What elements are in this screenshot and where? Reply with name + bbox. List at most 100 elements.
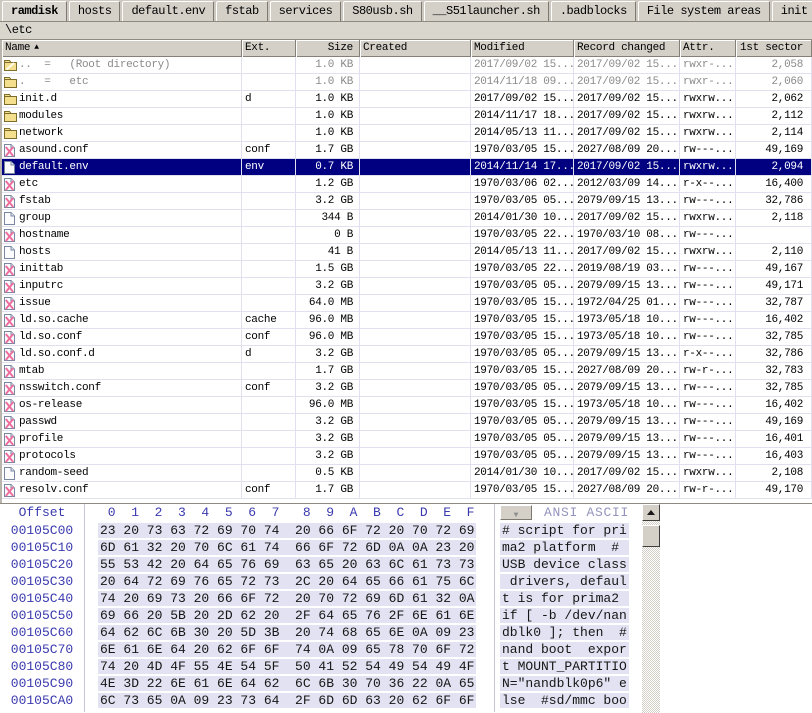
record-changed-cell: 2027/08/09 20... [574,482,680,498]
file-row-os-release[interactable]: os-release96.0 MB1970/03/05 15...1973/05… [2,397,812,414]
column-header-name[interactable]: Name▲ [2,40,242,57]
tab-file-system-areas[interactable]: File system areas [638,1,770,21]
scrollbar-thumb[interactable] [642,525,660,547]
ascii-cell[interactable]: if [ -b /dev/nan [500,608,629,623]
ascii-cell[interactable]: USB device class [500,557,629,572]
column-header-1st-sector[interactable]: 1st sector [736,40,812,57]
file-row-passwd[interactable]: passwd3.2 GB1970/03/05 05...2079/09/15 1… [2,414,812,431]
deleted-file-icon [4,416,19,429]
file-row-ld-so-cache[interactable]: ld.so.cachecache96.0 MB1970/03/05 15...1… [2,312,812,329]
deleted-file-icon [4,365,19,378]
attr-cell: rwxr-... [680,57,736,73]
attr-cell: rwxrw... [680,91,736,107]
size-cell: 3.2 GB [296,346,360,362]
deleted-file-icon [4,348,19,361]
file-row-hostname[interactable]: hostname0 B1970/03/05 22...1970/03/10 08… [2,227,812,244]
file-row-group[interactable]: group344 B2014/01/30 10...2017/09/02 15.… [2,210,812,227]
file-row-root-directory[interactable]: .. = (Root directory)1.0 KB2017/09/02 15… [2,57,812,74]
file-name: hostname [19,227,69,243]
column-header-modified[interactable]: Modified [471,40,574,57]
tab-hosts[interactable]: hosts [69,1,121,21]
column-header-attr[interactable]: Attr. [680,40,736,57]
hex-row-00105c80: 00105C8074 20 4D 4F 55 4E 54 5F 50 41 52… [0,658,812,675]
encoding-dropdown-button[interactable]: ▼ [500,505,532,520]
ascii-cell[interactable]: N="nandblk0p6" e [500,676,629,691]
column-header-record-changed[interactable]: Record changed [574,40,680,57]
file-row-ld-so-conf[interactable]: ld.so.confconf96.0 MB1970/03/05 15...197… [2,329,812,346]
name-cell: issue [2,295,242,311]
tab-badblocks[interactable]: .badblocks [551,1,636,21]
record-changed-cell: 2017/09/02 15... [574,57,680,73]
modified-cell: 1970/03/05 15... [471,295,574,311]
record-changed-cell: 1970/03/10 08... [574,227,680,243]
ext-cell [242,227,296,243]
file-row-etc[interactable]: etc1.2 GB1970/03/06 02...2012/03/09 14..… [2,176,812,193]
name-cell: asound.conf [2,142,242,158]
file-row-resolv-conf[interactable]: resolv.confconf1.7 GB1970/03/05 15...202… [2,482,812,499]
size-cell: 0 B [296,227,360,243]
file-row-issue[interactable]: issue64.0 MB1970/03/05 15...1972/04/25 0… [2,295,812,312]
file-row-inittab[interactable]: inittab1.5 GB1970/03/05 22...2019/08/19 … [2,261,812,278]
file-row-network[interactable]: network1.0 KB2014/05/13 11...2017/09/02 … [2,125,812,142]
file-row-modules[interactable]: modules1.0 KB2014/11/17 18...2017/09/02 … [2,108,812,125]
ascii-cell[interactable]: lse #sd/mmc boo [500,693,629,708]
file-row-inputrc[interactable]: inputrc3.2 GB1970/03/05 05...2079/09/15 … [2,278,812,295]
hex-bytes-cell[interactable]: 64 62 6C 6B 30 20 5D 3B 20 74 68 65 6E 0… [98,625,476,640]
file-row-ld-so-conf-d[interactable]: ld.so.conf.dd3.2 GB1970/03/05 05...2079/… [2,346,812,363]
name-cell: inittab [2,261,242,277]
tab-default-env[interactable]: default.env [122,1,214,21]
file-row-default-env[interactable]: default.envenv0.7 KB2014/11/14 17...2017… [2,159,812,176]
deleted-file-icon [4,144,19,157]
file-row-asound-conf[interactable]: asound.confconf1.7 GB1970/03/05 15...202… [2,142,812,159]
hex-bytes-cell[interactable]: 6E 61 6E 64 20 62 6F 6F 74 0A 09 65 78 7… [98,642,476,657]
file-row-profile[interactable]: profile3.2 GB1970/03/05 05...2079/09/15 … [2,431,812,448]
hex-bytes-cell[interactable]: 69 66 20 5B 20 2D 62 20 2F 64 65 76 2F 6… [98,608,476,623]
ascii-cell[interactable]: nand boot expor [500,642,629,657]
hex-bytes-cell[interactable]: 55 53 42 20 64 65 76 69 63 65 20 63 6C 6… [98,557,476,572]
hex-scrollbar[interactable] [642,504,660,713]
ascii-cell[interactable]: dblk0 ]; then # [500,625,629,640]
column-header-size[interactable]: Size [296,40,360,57]
file-row-etc[interactable]: . = etc1.0 KB2014/11/18 09...2017/09/02 … [2,74,812,91]
name-cell: profile [2,431,242,447]
column-header-label: Created [363,42,407,54]
ascii-cell[interactable]: t is for prima2 [500,591,629,606]
tab-s80usb-sh[interactable]: S80usb.sh [343,1,421,21]
modified-cell: 1970/03/06 02... [471,176,574,192]
encoding-label[interactable]: ANSI ASCII [544,504,629,521]
created-cell [360,210,471,226]
column-header-created[interactable]: Created [360,40,471,57]
hex-bytes-cell[interactable]: 74 20 69 73 20 66 6F 72 20 70 72 69 6D 6… [98,591,476,606]
scrollbar-up-button[interactable] [642,504,660,521]
record-changed-cell: 1973/05/18 10... [574,312,680,328]
tab-bar: ramdiskhostsdefault.envfstabservicesS80u… [0,0,812,22]
tab-init[interactable]: init [772,1,812,21]
ascii-cell[interactable]: drivers, defaul [500,574,629,589]
modified-cell: 1970/03/05 15... [471,312,574,328]
ascii-cell[interactable]: ma2 platform # [500,540,629,555]
hex-bytes-cell[interactable]: 4E 3D 22 6E 61 6E 64 62 6C 6B 30 70 36 2… [98,676,476,691]
file-row-nsswitch-conf[interactable]: nsswitch.confconf3.2 GB1970/03/05 05...2… [2,380,812,397]
ascii-cell[interactable]: t MOUNT_PARTITIO [500,659,629,674]
hex-bytes-cell[interactable]: 74 20 4D 4F 55 4E 54 5F 50 41 52 54 49 5… [98,659,476,674]
tab-s51launcher-sh[interactable]: __S51launcher.sh [424,1,549,21]
hex-bytes-cell[interactable]: 6D 61 32 20 70 6C 61 74 66 6F 72 6D 0A 0… [98,540,476,555]
file-row-fstab[interactable]: fstab3.2 GB1970/03/05 05...2079/09/15 13… [2,193,812,210]
tab-ramdisk[interactable]: ramdisk [2,1,67,21]
file-row-mtab[interactable]: mtab1.7 GB1970/03/05 15...2027/08/09 20.… [2,363,812,380]
file-row-hosts[interactable]: hosts41 B2014/05/13 11...2017/09/02 15..… [2,244,812,261]
tab-fstab[interactable]: fstab [216,1,268,21]
file-row-protocols[interactable]: protocols3.2 GB1970/03/05 05...2079/09/1… [2,448,812,465]
column-header-ext[interactable]: Ext. [242,40,296,57]
hex-bytes-cell[interactable]: 20 64 72 69 76 65 72 73 2C 20 64 65 66 6… [98,574,476,589]
hex-bytes-cell[interactable]: 23 20 73 63 72 69 70 74 20 66 6F 72 20 7… [98,523,476,538]
tab-services[interactable]: services [270,1,342,21]
created-cell [360,142,471,158]
ascii-cell[interactable]: # script for pri [500,523,629,538]
file-row-init-d[interactable]: init.dd1.0 KB2017/09/02 15...2017/09/02 … [2,91,812,108]
hex-bytes-cell[interactable]: 6C 73 65 0A 09 23 73 64 2F 6D 6D 63 20 6… [98,693,476,708]
file-icon [4,246,19,259]
file-row-random-seed[interactable]: random-seed0.5 KB2014/01/30 10...2017/09… [2,465,812,482]
modified-cell: 2017/09/02 15... [471,91,574,107]
file-name: mtab [19,363,44,379]
